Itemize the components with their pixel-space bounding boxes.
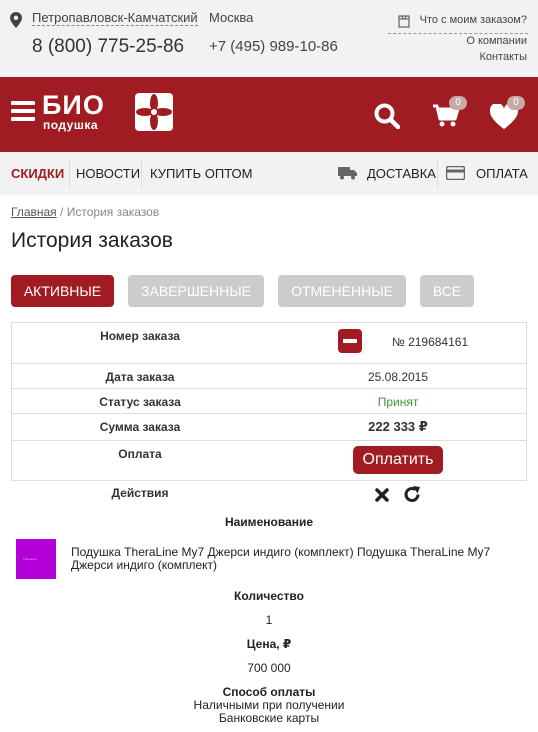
order-row-sum: Сумма заказа 222 333 ₽ <box>11 413 527 440</box>
item-name-header: Наименование <box>224 515 314 529</box>
item-qty-value: 1 <box>265 613 273 627</box>
order-row-date: Дата заказа 25.08.2015 <box>11 363 527 388</box>
order-date-label: Дата заказа <box>105 370 175 384</box>
pay-button[interactable]: Оплатить <box>353 446 443 474</box>
search-icon[interactable] <box>374 103 400 129</box>
breadcrumb: Главная / История заказов <box>11 205 159 219</box>
truck-icon <box>338 167 357 180</box>
payment-method-card: Банковские карты <box>218 711 320 725</box>
city-selector[interactable]: Петропавловск-Камчатский <box>32 10 198 26</box>
product-name[interactable]: Подушка TheraLine My7 Джерси индиго (ком… <box>71 546 511 572</box>
order-row-number: Номер заказа № 219684161 <box>11 322 527 363</box>
nav-wholesale[interactable]: КУПИТЬ ОПТОМ <box>150 166 253 181</box>
nav-delivery[interactable]: ДОСТАВКА <box>367 166 436 181</box>
order-row-actions: Действия <box>11 480 527 510</box>
product-thumbnail[interactable]: TheraLine <box>16 539 56 579</box>
phone-main[interactable]: 8 (800) 775-25-86 <box>32 36 184 58</box>
collapse-order-button[interactable] <box>338 329 362 353</box>
favorites-count-badge: 0 <box>507 96 525 110</box>
order-number-label: Номер заказа <box>100 329 180 343</box>
secondary-nav: СКИДКИ НОВОСТИ КУПИТЬ ОПТОМ ДОСТАВКА ОПЛ… <box>0 152 538 195</box>
cancel-order-icon[interactable] <box>374 487 390 503</box>
payment-method-header: Способ оплаты <box>222 685 316 699</box>
card-icon <box>446 166 465 180</box>
breadcrumb-current: История заказов <box>66 205 160 219</box>
top-bar: Петропавловск-Камчатский 8 (800) 775-25-… <box>0 0 538 77</box>
city-label-moscow: Москва <box>209 10 254 25</box>
order-sum-label: Сумма заказа <box>99 420 181 434</box>
cart-count-badge: 0 <box>449 96 467 110</box>
breadcrumb-separator: / <box>60 205 64 219</box>
page-title: История заказов <box>11 229 173 252</box>
item-price-value: 700 000 <box>247 661 291 675</box>
item-price-header: Цена, ₽ <box>246 637 292 651</box>
order-row-status: Статус заказа Принят <box>11 388 527 413</box>
repeat-order-icon[interactable] <box>403 485 422 504</box>
lily-flower-icon <box>135 93 173 131</box>
nav-payment[interactable]: ОПЛАТА <box>476 166 528 181</box>
order-status-label: Что с моим заказом? <box>419 14 527 26</box>
logo-text-bio: БИО <box>42 90 105 120</box>
filter-active-button[interactable]: АКТИВНЫЕ <box>11 275 114 307</box>
logo-text-podushka: подушка <box>43 118 99 132</box>
order-status-link[interactable]: Что с моим заказом? <box>388 10 528 34</box>
site-logo[interactable]: БИО подушка <box>42 90 174 133</box>
location-pin-icon <box>10 12 22 28</box>
order-sum-value: 222 333 ₽ <box>368 419 428 434</box>
item-qty-header: Количество <box>234 589 304 603</box>
about-link[interactable]: О компании <box>466 35 527 47</box>
phone-moscow[interactable]: +7 (495) 989-10-86 <box>209 38 338 55</box>
contacts-link[interactable]: Контакты <box>479 51 527 63</box>
order-status-label-cell: Статус заказа <box>99 395 181 409</box>
menu-icon[interactable] <box>11 101 35 121</box>
order-row-payment: Оплата <box>11 440 527 480</box>
package-icon <box>398 15 410 28</box>
payment-method-cash: Наличными при получении <box>193 698 345 712</box>
breadcrumb-home[interactable]: Главная <box>11 205 57 219</box>
order-status-value: Принят <box>377 395 419 409</box>
filter-all-button[interactable]: ВСЕ <box>420 275 474 307</box>
order-payment-label: Оплата <box>118 447 162 461</box>
order-date-value: 25.08.2015 <box>367 370 429 384</box>
order-actions-label: Действия <box>111 486 169 500</box>
filter-completed-button[interactable]: ЗАВЕРШЕННЫЕ <box>128 275 264 307</box>
nav-news[interactable]: НОВОСТИ <box>76 166 140 181</box>
nav-sale[interactable]: СКИДКИ <box>11 166 64 181</box>
filter-cancelled-button[interactable]: ОТМЕНЕННЫЕ <box>278 275 406 307</box>
order-number-value: № 219684161 <box>391 335 469 349</box>
